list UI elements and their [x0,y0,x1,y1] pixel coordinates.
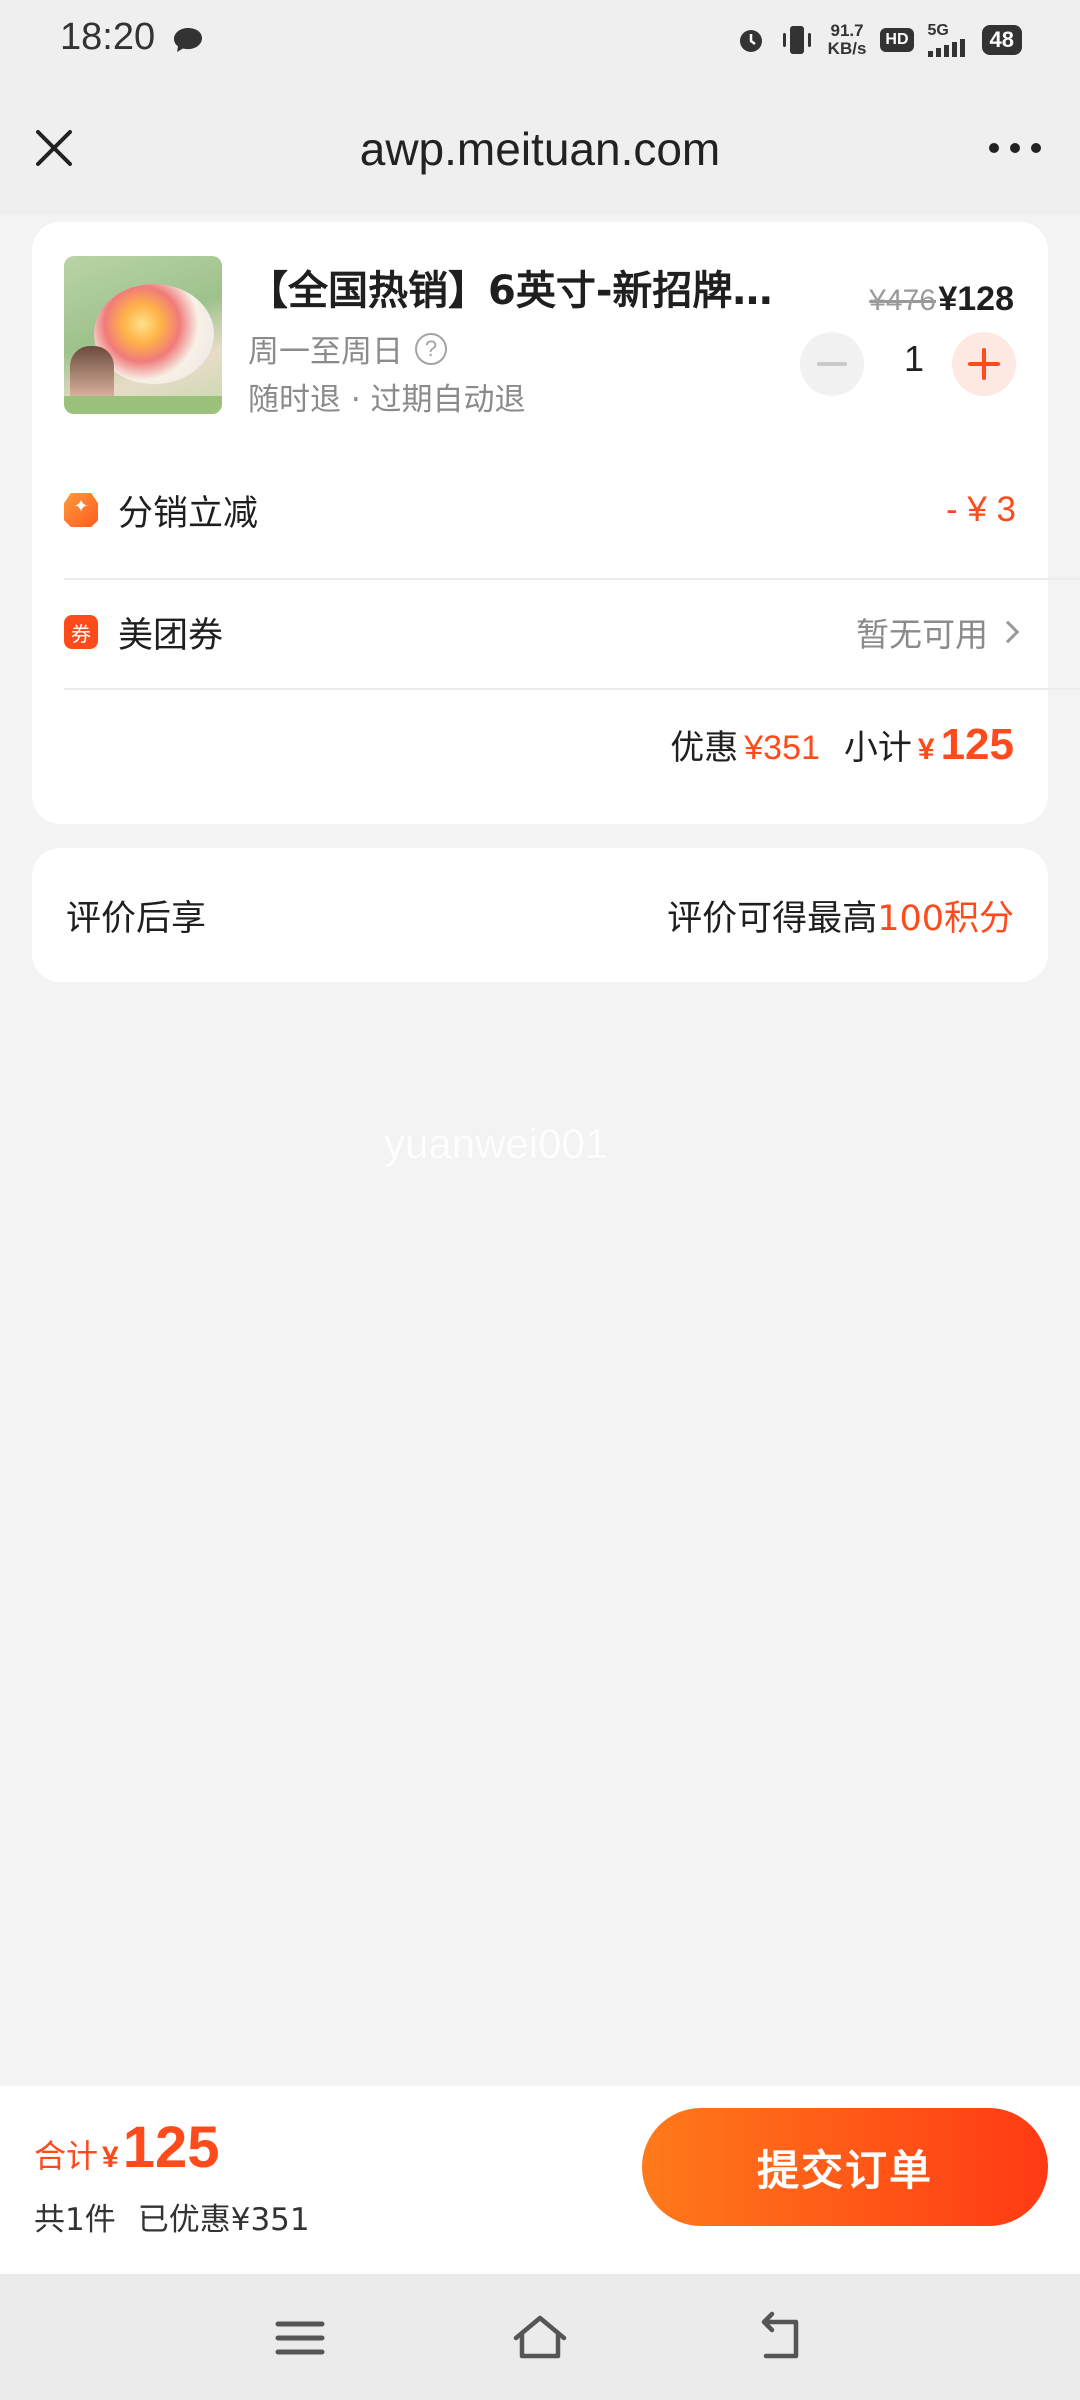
chat-bubble-icon [174,28,202,52]
subtotal-label: 小计 [843,728,912,768]
increase-quantity-button[interactable] [952,332,1016,396]
subtotal-row: 优惠 ¥351 小计 ¥ 125 [670,720,1014,770]
signal-icon [927,39,965,57]
order-card: 【全国热销】6英寸-新招牌草莓… 周一至周日 ? 随时退 · 过期自动退 ¥47… [32,222,1080,824]
distribution-icon [64,493,98,527]
watermark: yuanwei001 [384,1120,609,1167]
distribution-discount-row: 分销立减 - ¥ 3 [64,470,1016,550]
distribution-label: 分销立减 [118,493,259,534]
review-label: 评价后享 [66,899,207,939]
divider [64,688,1080,690]
item-count: 共1件 [34,2202,116,2238]
more-icon[interactable] [980,122,1050,174]
status-icons: 91.7 KB/s HD 5G 48 [736,18,1022,62]
coupon-label: 美团券 [118,615,224,656]
speed-unit: KB/s [827,39,867,58]
decrease-quantity-button[interactable] [800,332,864,396]
review-reward-points: 100积分 [877,899,1014,939]
coupon-row[interactable]: 券 美团券 暂无可用 [64,592,1020,672]
alarm-icon [739,30,762,52]
browser-toolbar: awp.meituan.com [0,82,1080,214]
page-url: awp.meituan.com [359,123,721,175]
discount-value: ¥351 [744,729,820,767]
divider [64,578,1080,580]
distribution-value: - ¥ 3 [945,490,1016,529]
product-schedule-row: 周一至周日 ? [248,326,447,371]
total-line: 合计 ¥ 125 [34,2114,219,2181]
total-summary: 共1件 已优惠¥351 [34,2194,310,2239]
signal-group: 5G [927,22,968,57]
back-icon[interactable] [750,2310,810,2366]
hd-badge: HD [880,28,914,52]
chevron-right-icon [996,620,1020,644]
total-value: 125 [122,2115,220,2180]
current-price: ¥128 [938,280,1014,318]
battery-indicator: 48 [981,25,1022,55]
network-type: 5G [927,22,949,39]
subtotal-value: 125 [940,720,1014,769]
submit-order-button[interactable]: 提交订单 [642,2108,1048,2226]
thumbnail-banner [64,396,222,414]
system-nav-bar [0,2274,1080,2400]
total-currency: ¥ [102,2141,119,2174]
review-reward-prefix: 评价可得最高 [667,899,878,939]
product-schedule: 周一至周日 [248,334,403,370]
network-speed: 91.7 KB/s [828,22,867,58]
coupon-icon: 券 [64,615,98,649]
subtotal-currency: ¥ [917,733,935,766]
menu-icon[interactable] [270,2310,330,2366]
product-title[interactable]: 【全国热销】6英寸-新招牌草莓… [248,258,808,316]
product-refund-policy: 随时退 · 过期自动退 [248,382,526,418]
status-bar: 18:20 91.7 KB/s HD 5G 48 [0,0,1080,82]
review-reward: 评价可得最高100积分 [667,890,1014,941]
discount-label: 优惠 [670,728,739,768]
original-price: ¥476 [869,284,936,317]
quantity-value: 1 [903,338,925,379]
review-reward-card: 评价后享 评价可得最高100积分 [32,848,1048,982]
total-label: 合计 [34,2137,99,2175]
product-thumbnail[interactable] [64,256,222,414]
home-icon[interactable] [510,2310,570,2366]
vibrate-icon [782,26,811,54]
coupon-status-text: 暂无可用 [856,615,988,654]
status-time: 18:20 [60,16,156,58]
coupon-status: 暂无可用 [856,608,1020,656]
speed-value: 91.7 [830,21,864,40]
help-icon[interactable]: ? [415,332,447,365]
saved-amount: 已优惠¥351 [137,2202,310,2238]
checkout-bar: 合计 ¥ 125 共1件 已优惠¥351 提交订单 [0,2086,1080,2274]
